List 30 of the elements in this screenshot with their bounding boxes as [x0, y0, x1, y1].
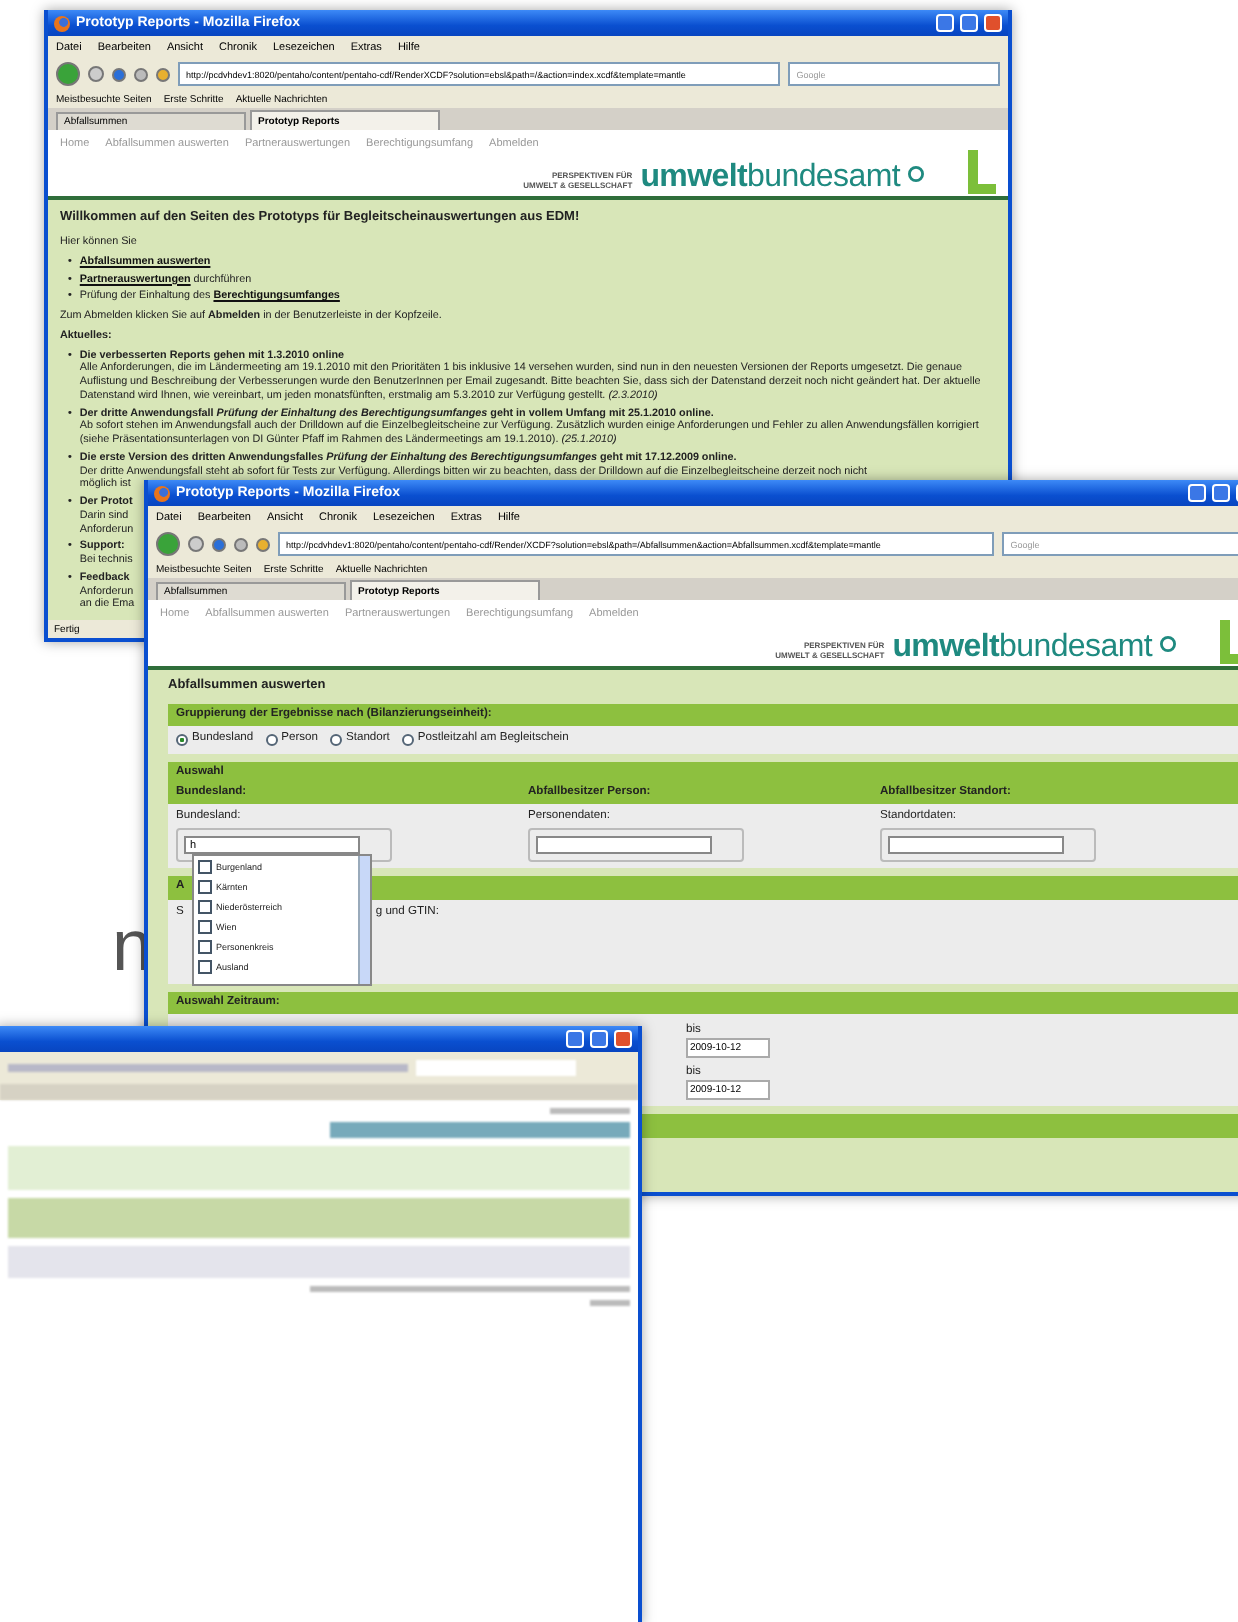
radio-button[interactable]: [265, 733, 278, 746]
checkbox[interactable]: [198, 940, 212, 955]
logo-l-icon: [968, 150, 996, 194]
radio-button[interactable]: [330, 733, 342, 746]
logo-wordmark: umweltbundesamt: [892, 632, 1152, 664]
scrollbar[interactable]: [358, 856, 370, 985]
blurred-text: [590, 1300, 630, 1306]
logo-circle-icon: [908, 166, 924, 182]
input-field[interactable]: [888, 836, 1064, 855]
input-field[interactable]: [536, 836, 712, 855]
browser-icon: [154, 485, 170, 501]
minimize-icon[interactable]: [566, 1030, 584, 1048]
minimize-icon[interactable]: [1188, 484, 1206, 502]
maximize-icon[interactable]: [1212, 484, 1230, 502]
checkbox[interactable]: [198, 900, 212, 915]
blurred-text: [550, 1108, 630, 1114]
close-icon[interactable]: [984, 14, 1002, 32]
maximize-icon[interactable]: [960, 14, 978, 32]
checkbox[interactable]: [198, 960, 212, 975]
radio-button[interactable]: [401, 733, 414, 746]
logo-wordmark: umweltbundesamt: [640, 162, 900, 194]
checkbox[interactable]: [198, 920, 212, 935]
checkbox[interactable]: [198, 860, 212, 875]
logo-circle-icon: [1160, 636, 1176, 652]
radio-button[interactable]: [176, 733, 188, 746]
close-icon[interactable]: [614, 1030, 632, 1048]
maximize-icon[interactable]: [590, 1030, 608, 1048]
minimize-icon[interactable]: [936, 14, 954, 32]
browser-icon: [54, 15, 70, 31]
checkbox[interactable]: [198, 880, 212, 895]
